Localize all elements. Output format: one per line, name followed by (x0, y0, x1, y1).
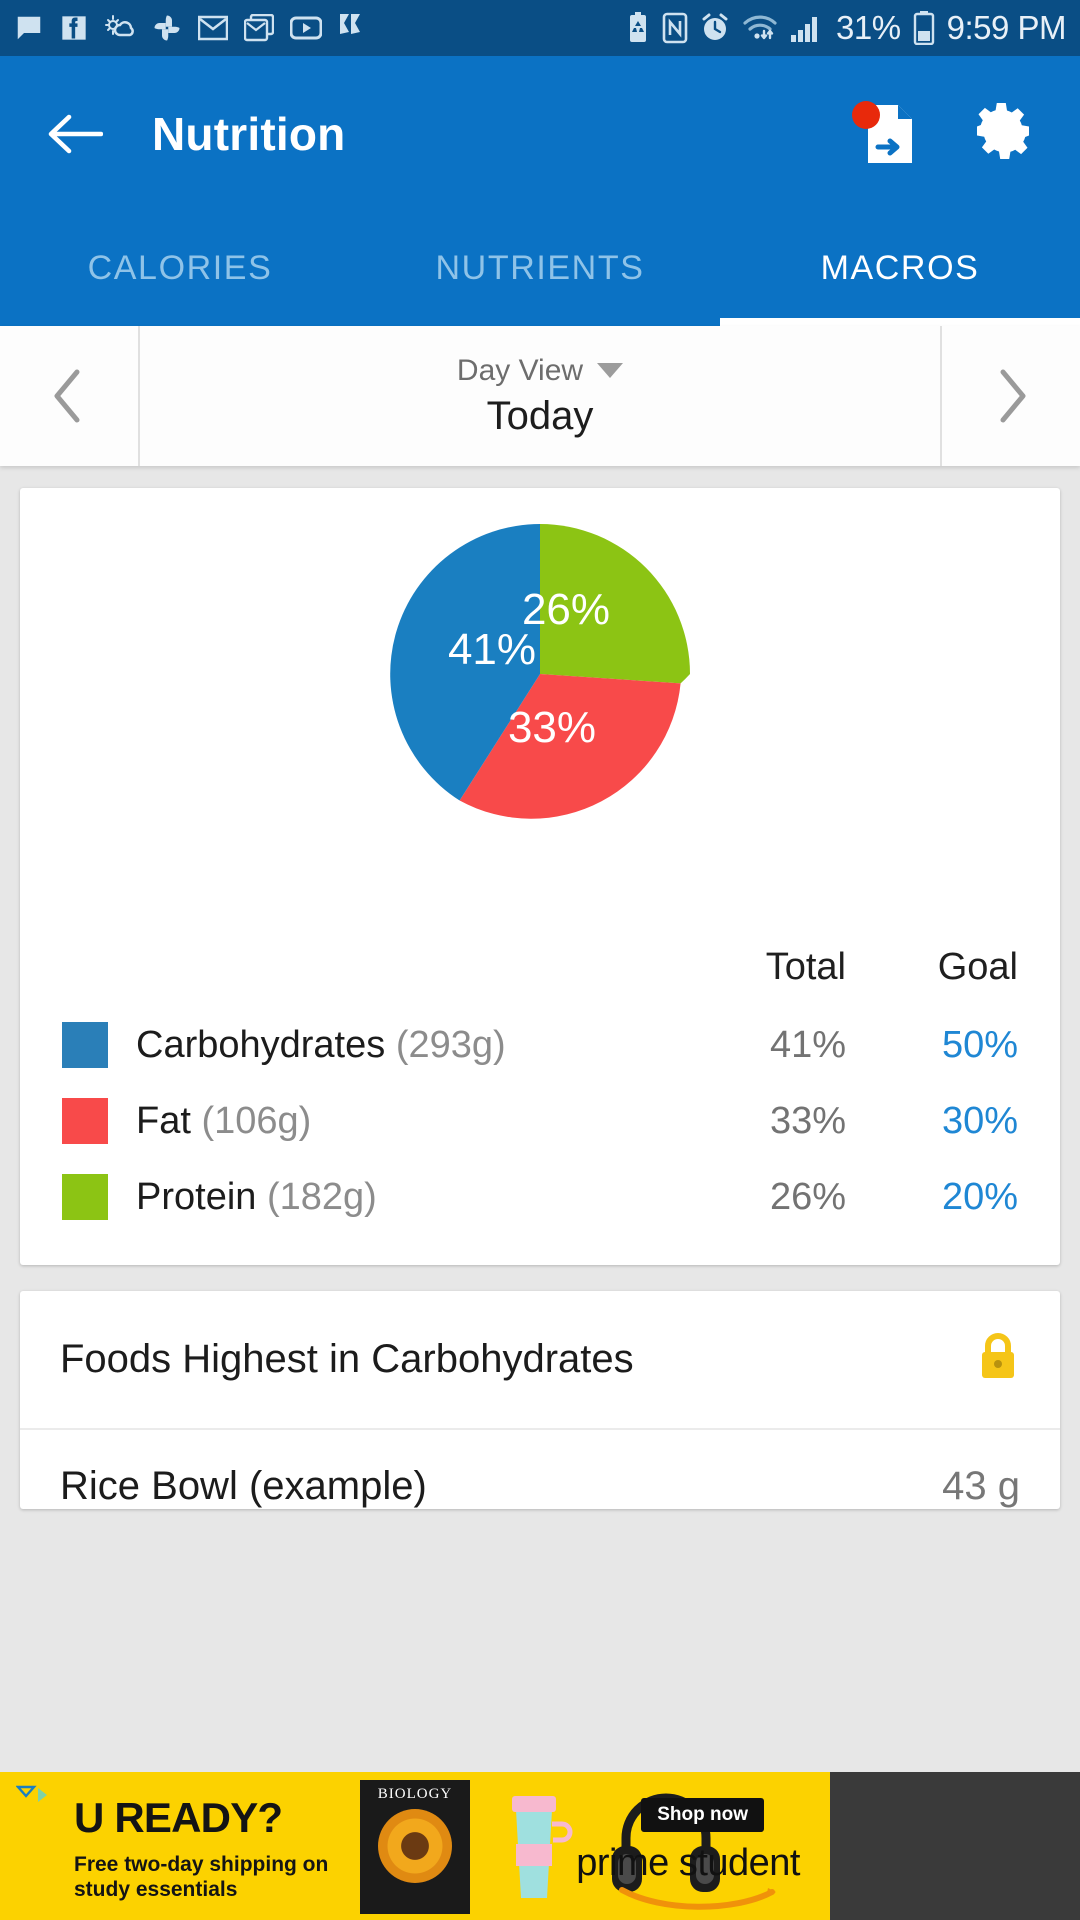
ad-brand-label: prime student (576, 1842, 800, 1884)
macros-card: 26% 33% 41% Total Goal Carbohydrates (29… (20, 488, 1060, 1265)
macro-total-carbohydrates: 41% (769, 1023, 846, 1066)
sunflower-graphic (378, 1809, 452, 1883)
tab-bar: CALORIES NUTRIENTS MACROS (0, 211, 1080, 326)
system-status-icons: 31% 9:59 PM (626, 9, 1067, 47)
battery-percent-label: 31% (836, 9, 901, 46)
macro-header-total: Total (765, 946, 846, 988)
table-row[interactable]: Protein (182g) 26% 20% (62, 1159, 1018, 1235)
app-bar: Nutrition (0, 56, 1080, 211)
active-tab-indicator (719, 318, 1080, 326)
macro-table: Total Goal Carbohydrates (293g) 41% 50% … (20, 946, 1060, 1265)
page-title: Nutrition (152, 107, 346, 160)
date-navigation: Day View Today (0, 326, 1080, 466)
macro-goal-protein[interactable]: 20% (846, 1176, 1018, 1219)
battery-saver-icon (626, 12, 650, 44)
amazon-smile-icon (618, 1884, 778, 1915)
previous-day-button[interactable] (0, 326, 138, 466)
macro-goal-fat[interactable]: 30% (846, 1100, 1018, 1143)
macro-grams-carbohydrates: (293g) (395, 1023, 506, 1066)
ad-subline-2: study essentials (74, 1878, 238, 1902)
scroll-content: 26% 33% 41% Total Goal Carbohydrates (29… (0, 466, 1080, 1509)
table-row[interactable]: Fat (106g) 33% 30% (62, 1083, 1018, 1159)
back-button[interactable] (44, 103, 106, 165)
ad-banner[interactable]: U READY? Free two-day shipping on study … (0, 1772, 1080, 1920)
date-label: Today (486, 393, 594, 438)
macro-header-goal: Goal (937, 946, 1018, 988)
macro-total-protein: 26% (769, 1175, 846, 1218)
macro-grams-fat: (106g) (201, 1099, 312, 1142)
wifi-icon (742, 14, 778, 42)
macro-pie-chart: 26% 33% 41% (20, 488, 1060, 834)
pie-label-fat: 33% (508, 703, 596, 752)
food-item-name: Rice Bowl (example) (60, 1464, 427, 1508)
tumbler-product-image (492, 1788, 576, 1909)
food-item-amount: 43 g (942, 1464, 1020, 1508)
legend-swatch-carbohydrates (62, 1022, 108, 1068)
signal-icon (790, 13, 824, 43)
notification-badge (852, 100, 880, 129)
macro-table-header: Total Goal (62, 946, 1018, 1007)
gear-icon (977, 103, 1029, 159)
google-photos-icon (152, 13, 182, 43)
chevron-down-icon (597, 363, 624, 378)
tab-calories[interactable]: CALORIES (0, 211, 360, 326)
ad-book-title: BIOLOGY (377, 1786, 453, 1802)
view-mode-selector[interactable]: Day View (456, 353, 624, 388)
pie-label-carbohydrates: 41% (448, 625, 536, 674)
legend-swatch-protein (62, 1174, 108, 1220)
ad-headline: U READY? (74, 1794, 283, 1841)
foods-card: Foods Highest in Carbohydrates Rice Bowl… (20, 1291, 1060, 1509)
battery-icon (913, 11, 935, 45)
ad-subline: Free two-day shipping on study essential… (74, 1852, 328, 1902)
macro-name-protein: Protein (182g) (136, 1175, 377, 1218)
email-icon (244, 14, 274, 42)
ad-choices-icon[interactable] (16, 1784, 50, 1808)
settings-button[interactable] (974, 100, 1036, 167)
lock-icon[interactable] (976, 1331, 1020, 1388)
ad-subline-1: Free two-day shipping on (74, 1853, 329, 1876)
facebook-icon (60, 14, 88, 42)
table-row[interactable]: Carbohydrates (293g) 41% 50% (62, 1007, 1018, 1083)
macro-goal-carbohydrates[interactable]: 50% (846, 1024, 1018, 1067)
chevron-right-icon (1000, 369, 1026, 423)
notification-icons (14, 13, 626, 43)
weather-icon (104, 13, 136, 43)
macro-name-carbohydrates: Carbohydrates (293g) (136, 1023, 506, 1066)
nfc-icon (662, 12, 688, 44)
shop-now-button[interactable]: Shop now (641, 1798, 764, 1832)
back-arrow-icon (48, 114, 103, 153)
foods-card-title: Foods Highest in Carbohydrates (60, 1337, 634, 1381)
app-bar-actions (852, 100, 1036, 167)
tab-nutrients[interactable]: NUTRIENTS (360, 211, 720, 326)
view-mode-label: Day View (456, 353, 584, 387)
export-button[interactable] (852, 100, 920, 165)
macro-total-fat: 33% (769, 1099, 846, 1142)
tab-macros[interactable]: MACROS (720, 211, 1080, 326)
date-center[interactable]: Day View Today (138, 326, 942, 466)
alarm-icon (700, 13, 730, 43)
gmail-icon (198, 15, 228, 41)
chat-bubble-icon (14, 13, 44, 43)
ad-content[interactable]: U READY? Free two-day shipping on study … (0, 1772, 830, 1920)
next-day-button[interactable] (942, 326, 1080, 466)
app-screen: 31% 9:59 PM Nutrition CALORIES NUTRIENTS… (0, 0, 1080, 1920)
list-item[interactable]: Rice Bowl (example) 43 g (20, 1430, 1060, 1509)
check-flag-icon (338, 13, 364, 43)
macro-grams-protein: (182g) (266, 1175, 377, 1218)
youtube-icon (290, 16, 322, 40)
status-bar: 31% 9:59 PM (0, 0, 1080, 56)
pie-chart-svg: 26% 33% 41% (390, 524, 690, 819)
ad-book-image: BIOLOGY (360, 1780, 470, 1914)
legend-swatch-fat (62, 1098, 108, 1144)
chevron-left-icon (54, 369, 80, 423)
foods-card-header: Foods Highest in Carbohydrates (20, 1291, 1060, 1430)
clock-label: 9:59 PM (946, 9, 1067, 46)
macro-name-fat: Fat (106g) (136, 1099, 312, 1142)
